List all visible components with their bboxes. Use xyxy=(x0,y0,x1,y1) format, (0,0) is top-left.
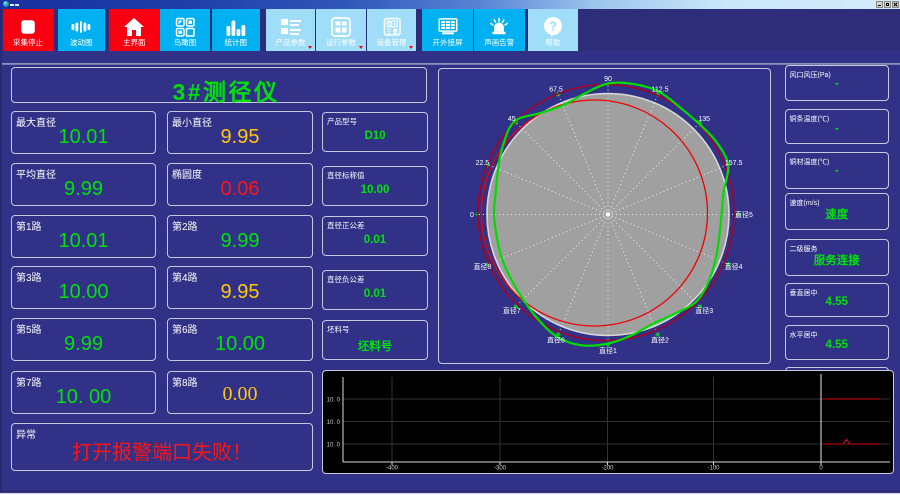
svg-text:-200: -200 xyxy=(601,466,614,472)
svg-text:直径3: 直径3 xyxy=(695,306,713,315)
svg-text:0: 0 xyxy=(819,466,823,472)
svg-text:直径4: 直径4 xyxy=(725,262,743,271)
svg-text:10. 0: 10. 0 xyxy=(327,443,341,449)
svg-text:直径1: 直径1 xyxy=(599,346,617,355)
svg-text:90: 90 xyxy=(604,76,612,83)
svg-text:135: 135 xyxy=(698,116,710,123)
svg-text:直径6: 直径6 xyxy=(547,336,565,345)
svg-text:?: ? xyxy=(549,19,557,34)
svg-text:157.5: 157.5 xyxy=(725,160,743,167)
svg-text:-100: -100 xyxy=(707,466,720,472)
svg-text:10. 0: 10. 0 xyxy=(327,420,341,426)
svg-text:直径7: 直径7 xyxy=(503,306,521,315)
svg-text:-400: -400 xyxy=(386,466,399,472)
svg-text:112.5: 112.5 xyxy=(652,86,669,93)
svg-text:直径2: 直径2 xyxy=(651,336,669,345)
svg-text:直径8: 直径8 xyxy=(473,262,491,271)
svg-text:-300: -300 xyxy=(494,466,507,472)
svg-text:直径5: 直径5 xyxy=(735,210,753,219)
svg-text:67.5: 67.5 xyxy=(549,86,563,93)
svg-text:45: 45 xyxy=(508,116,516,123)
svg-text:0: 0 xyxy=(470,212,474,219)
svg-text:22.5: 22.5 xyxy=(476,160,490,167)
svg-text:10. 0: 10. 0 xyxy=(327,398,341,404)
